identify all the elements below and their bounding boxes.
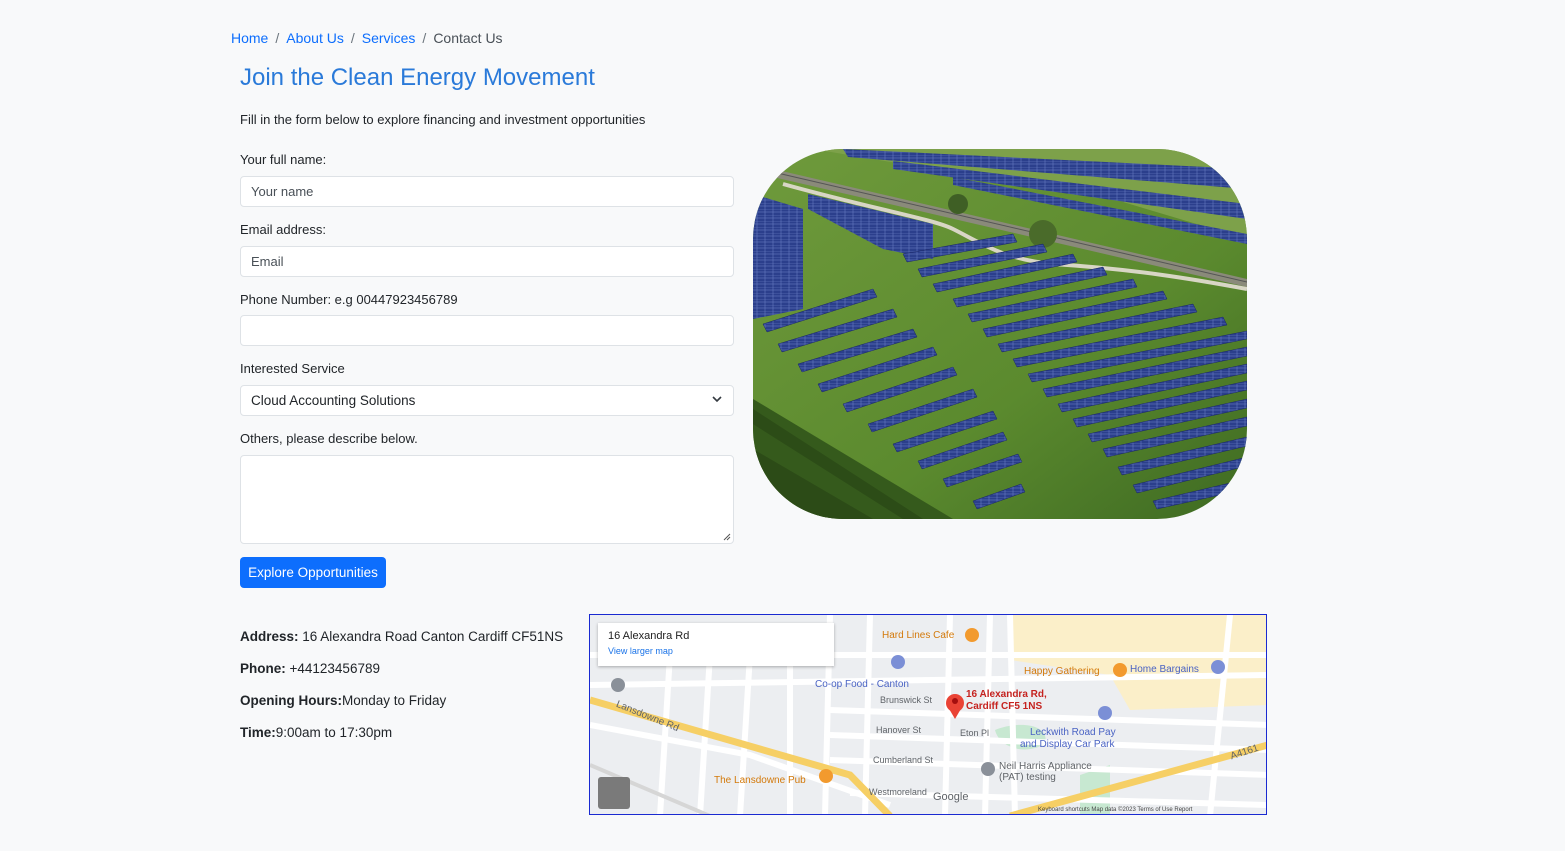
name-label: Your full name: xyxy=(240,152,327,167)
hours-line: Opening Hours:Monday to Friday xyxy=(240,693,446,708)
map-label: Happy Gathering xyxy=(1024,666,1100,677)
phone-value: +44123456789 xyxy=(285,661,380,676)
page-subtitle: Fill in the form below to explore financ… xyxy=(240,112,646,127)
breadcrumb-services[interactable]: Services xyxy=(362,30,416,46)
map-label: and Display Car Park xyxy=(1020,739,1115,750)
map-label: Hanover St xyxy=(876,725,922,735)
time-line: Time:9:00am to 17:30pm xyxy=(240,725,392,740)
map-label: Eton Pl xyxy=(960,728,990,738)
map-pin-label: Cardiff CF5 1NS xyxy=(966,701,1043,712)
map-card-address: 16 Alexandra Rd xyxy=(608,630,690,642)
map-info-card: 16 Alexandra Rd View larger map xyxy=(598,623,834,666)
breadcrumb-separator: / xyxy=(350,30,355,46)
chevron-down-icon xyxy=(711,393,723,408)
service-select[interactable]: Cloud Accounting Solutions xyxy=(240,385,734,416)
map-label: Home Bargains xyxy=(1130,664,1199,675)
service-label: Interested Service xyxy=(240,361,345,376)
hours-label: Opening Hours: xyxy=(240,693,342,708)
phone-info-label: Phone: xyxy=(240,661,286,676)
map-label: Hard Lines Cafe xyxy=(882,630,955,641)
map-label: (PAT) testing xyxy=(999,772,1056,783)
email-label: Email address: xyxy=(240,222,326,237)
breadcrumb-current: Contact Us xyxy=(433,30,503,46)
view-larger-map-link[interactable]: View larger map xyxy=(608,646,824,656)
location-map[interactable]: 16 Alexandra Rd View larger map 16 Alexa… xyxy=(589,614,1267,815)
hours-value: Monday to Friday xyxy=(342,693,447,708)
breadcrumb-separator: / xyxy=(275,30,280,46)
time-label: Time: xyxy=(240,725,276,740)
email-input[interactable] xyxy=(240,246,734,277)
time-value: 9:00am to 17:30pm xyxy=(275,725,393,740)
breadcrumb-separator: / xyxy=(422,30,427,46)
map-label: Leckwith Road Pay xyxy=(1030,727,1116,738)
explore-opportunities-button[interactable]: Explore Opportunities xyxy=(240,557,386,588)
map-footer[interactable]: Keyboard shortcuts Map data ©2023 Terms … xyxy=(1038,807,1192,813)
map-label: The Lansdowne Pub xyxy=(714,775,806,786)
address-line: Address: 16 Alexandra Road Canton Cardif… xyxy=(240,629,563,644)
resize-handle-icon[interactable] xyxy=(723,533,731,541)
phone-line: Phone: +44123456789 xyxy=(240,661,380,676)
map-label: Westmoreland xyxy=(869,787,927,797)
name-input[interactable] xyxy=(240,176,734,207)
address-value: 16 Alexandra Road Canton Cardiff CF51NS xyxy=(298,629,564,644)
breadcrumb-about[interactable]: About Us xyxy=(286,30,344,46)
map-label: Neil Harris Appliance xyxy=(999,761,1092,772)
page-title: Join the Clean Energy Movement xyxy=(240,64,595,91)
phone-input[interactable] xyxy=(240,315,734,346)
others-textarea[interactable] xyxy=(240,455,734,544)
map-pin-label: 16 Alexandra Rd, xyxy=(966,689,1047,700)
service-selected-value: Cloud Accounting Solutions xyxy=(251,393,416,408)
phone-label: Phone Number: e.g 00447923456789 xyxy=(240,292,458,307)
others-label: Others, please describe below. xyxy=(240,431,418,446)
map-label: Cumberland St xyxy=(873,755,934,765)
map-label: Brunswick St xyxy=(880,695,933,705)
map-label: Co-op Food - Canton xyxy=(815,679,909,690)
address-label: Address: xyxy=(240,629,299,644)
breadcrumb-home[interactable]: Home xyxy=(231,30,268,46)
google-logo: Google xyxy=(933,791,969,803)
solar-farm-image xyxy=(753,149,1247,519)
breadcrumb: Home / About Us / Services / Contact Us xyxy=(231,30,503,46)
